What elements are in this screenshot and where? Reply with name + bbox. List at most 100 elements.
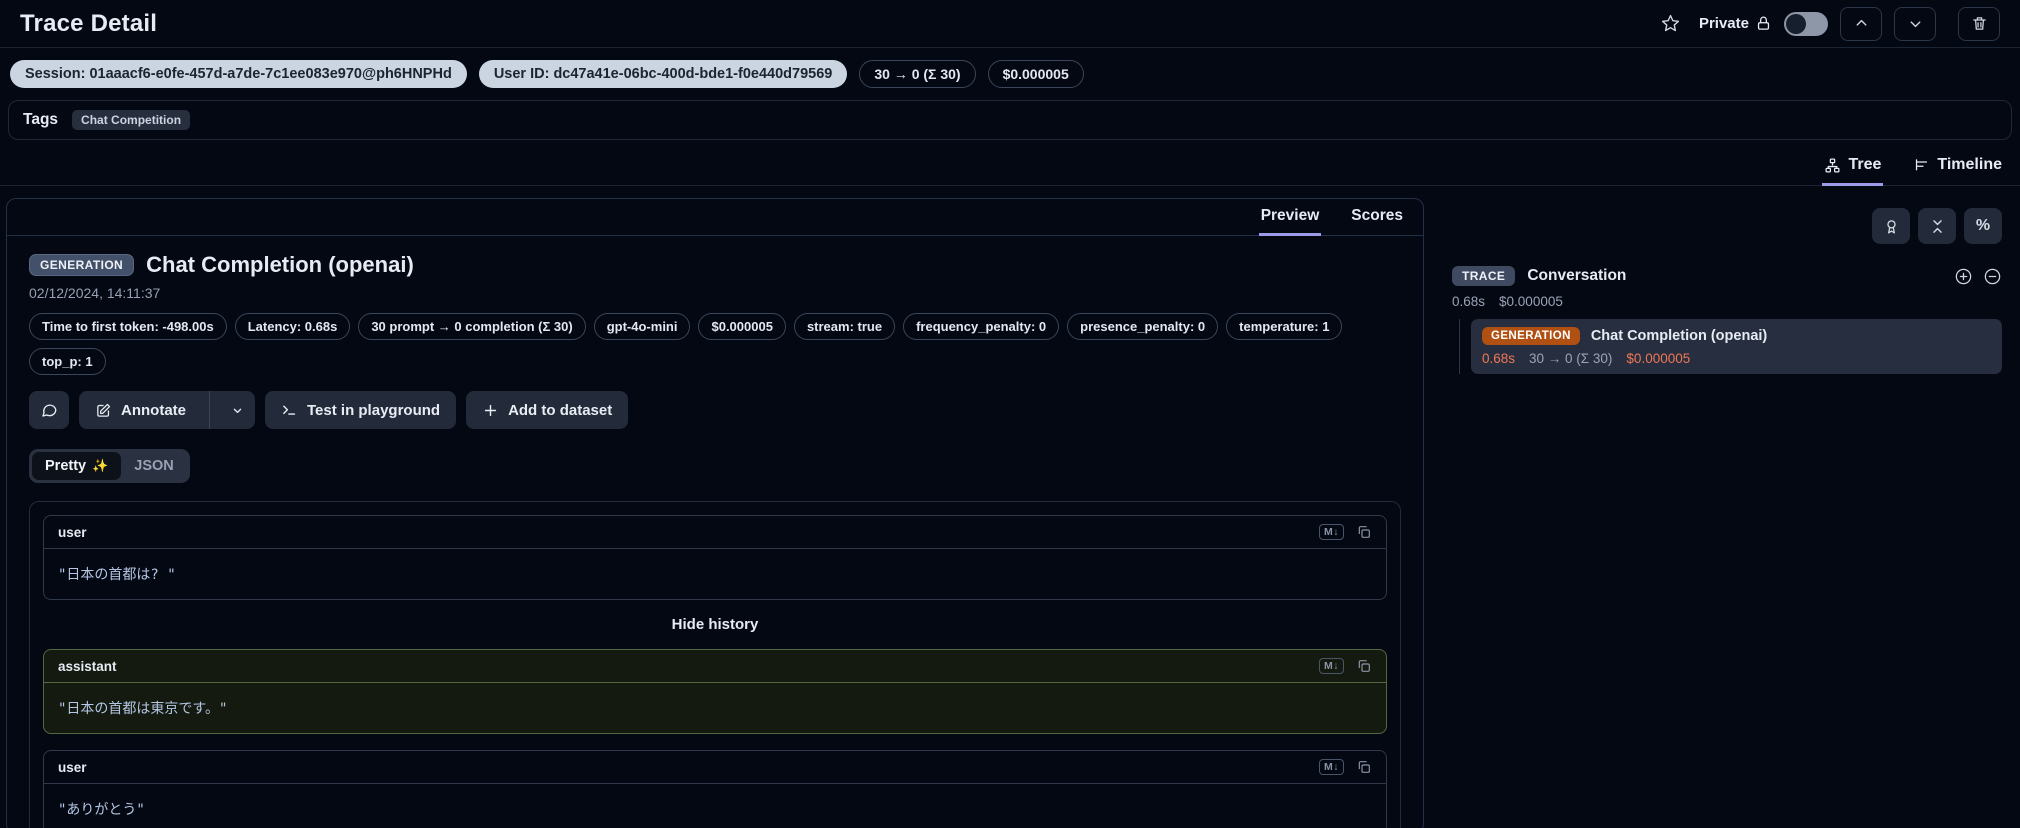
markdown-toggle-icon[interactable]: M↓ (1319, 759, 1344, 775)
tags-label: Tags (23, 111, 59, 128)
collapse-icon (1929, 218, 1946, 235)
metric-badge: temperature: 1 (1226, 313, 1343, 340)
view-tabs: Tree Timeline (0, 148, 2020, 186)
cost-badge: $0.000005 (987, 60, 1084, 88)
trace-node[interactable]: TRACE Conversation (1452, 266, 2002, 286)
tab-scores[interactable]: Scores (1349, 199, 1405, 236)
metrics-visibility-button[interactable]: % (1964, 208, 2002, 244)
tab-preview[interactable]: Preview (1258, 199, 1322, 236)
metric-badge: 30 prompt → 0 completion (Σ 30) (358, 313, 586, 340)
message-header: user M↓ (44, 751, 1386, 784)
hide-history-toggle[interactable]: Hide history (43, 616, 1387, 633)
generation-node-title: Chat Completion (openai) (1590, 328, 1768, 344)
comment-icon (40, 401, 58, 419)
page-title: Trace Detail (20, 9, 158, 37)
copy-icon[interactable] (1356, 524, 1372, 540)
trace-title: Conversation (1527, 267, 1627, 284)
metric-badge: Latency: 0.68s (234, 313, 351, 340)
message-role: user (58, 759, 87, 775)
toggle-knob (1786, 13, 1806, 34)
tab-tree[interactable]: Tree (1822, 148, 1884, 186)
award-icon (1883, 218, 1900, 235)
generation-cost: $0.000005 (1626, 351, 1691, 366)
pretty-view-segment[interactable]: Pretty ✨ (32, 452, 122, 480)
timeline-icon (1913, 157, 1930, 174)
tab-tree-label: Tree (1848, 156, 1882, 173)
scores-visibility-button[interactable] (1872, 208, 1910, 244)
metric-badge: top_p: 1 (29, 348, 106, 375)
message-tools: M↓ (1319, 759, 1372, 775)
message-tools: M↓ (1319, 524, 1372, 540)
annotate-split-button: Annotate (79, 391, 255, 429)
comment-button[interactable] (29, 391, 69, 429)
meta-badges-row: Session: 01aaacf6-e0fe-457d-a7de-7c1ee08… (0, 48, 2020, 100)
tab-timeline[interactable]: Timeline (1911, 148, 2004, 186)
token-usage-badge: 30 → 0 (Σ 30) (859, 60, 976, 88)
metric-badge: stream: true (793, 313, 896, 340)
chevron-down-icon (230, 403, 245, 418)
top-header: Trace Detail Private (0, 0, 2020, 48)
generation-header: GENERATION Chat Completion (openai) (29, 252, 1401, 278)
previous-trace-button[interactable] (1840, 6, 1882, 41)
delete-trace-button[interactable] (1958, 6, 2000, 41)
visibility-status: Private (1699, 15, 1772, 32)
generation-node-metrics: 0.68s 30 → 0 (Σ 30) $0.000005 (1482, 351, 1991, 366)
generation-node-selected[interactable]: GENERATION Chat Completion (openai) 0.68… (1471, 319, 2002, 374)
generation-type-badge: GENERATION (1482, 327, 1580, 345)
plus-circle-icon[interactable] (1954, 267, 1973, 286)
message-block-user-1: user M↓ "日本の首都は? " (43, 515, 1387, 600)
message-tools: M↓ (1319, 658, 1372, 674)
tree-branch: GENERATION Chat Completion (openai) 0.68… (1459, 319, 2002, 374)
annotate-button[interactable]: Annotate (79, 391, 200, 429)
chevron-down-icon (1907, 15, 1924, 32)
minus-circle-icon[interactable] (1983, 267, 2002, 286)
tree-toolbar: % (1452, 208, 2002, 244)
annotate-label: Annotate (121, 401, 186, 419)
generation-node-header: GENERATION Chat Completion (openai) (1482, 327, 1991, 345)
metric-badge: presence_penalty: 0 (1067, 313, 1219, 340)
tag-chip[interactable]: Chat Competition (72, 110, 191, 130)
trace-tree-sidebar: % TRACE Conversation 0.68s $0.000005 GEN… (1424, 198, 2012, 828)
annotate-dropdown-button[interactable] (219, 391, 255, 429)
metric-badge: Time to first token: -498.00s (29, 313, 227, 340)
tags-container: Tags Chat Competition (8, 100, 2012, 140)
message-role: user (58, 524, 87, 540)
star-icon (1660, 13, 1681, 34)
trace-cost: $0.000005 (1499, 294, 1563, 309)
collapse-all-button[interactable] (1918, 208, 1956, 244)
test-in-playground-button[interactable]: Test in playground (265, 391, 457, 429)
bookmark-star-button[interactable] (1660, 13, 1681, 34)
private-label: Private (1698, 15, 1749, 32)
message-role: assistant (58, 658, 117, 674)
panel-tabs: Preview Scores (7, 199, 1423, 236)
next-trace-button[interactable] (1894, 6, 1936, 41)
trace-node-left: TRACE Conversation (1452, 266, 1626, 286)
header-controls: Private (1660, 6, 2000, 41)
add-to-dataset-button[interactable]: Add to dataset (466, 391, 629, 429)
metric-badges: Time to first token: -498.00s Latency: 0.… (29, 313, 1403, 375)
trash-icon (1971, 15, 1988, 32)
percent-icon: % (1975, 217, 1991, 234)
lock-icon (1755, 15, 1772, 32)
message-header: user M↓ (44, 516, 1386, 549)
generation-tokens: 30 → 0 (Σ 30) (1529, 351, 1613, 366)
observation-panel: Preview Scores GENERATION Chat Completio… (6, 198, 1424, 828)
user-id-badge[interactable]: User ID: dc47a41e-06bc-400d-bde1-f0e440d… (478, 60, 848, 88)
copy-icon[interactable] (1356, 759, 1372, 775)
copy-icon[interactable] (1356, 658, 1372, 674)
trace-latency: 0.68s (1452, 294, 1486, 309)
json-view-segment[interactable]: JSON (121, 452, 187, 480)
public-toggle[interactable] (1784, 11, 1828, 36)
message-content: "日本の首都は東京です。" (58, 701, 228, 717)
terminal-icon (281, 402, 298, 419)
button-divider (209, 391, 210, 429)
content-area: Preview Scores GENERATION Chat Completio… (0, 186, 2020, 828)
markdown-toggle-icon[interactable]: M↓ (1319, 524, 1344, 540)
panel-body: GENERATION Chat Completion (openai) 02/1… (7, 236, 1423, 828)
markdown-toggle-icon[interactable]: M↓ (1319, 658, 1344, 674)
tree-icon (1824, 157, 1841, 174)
session-badge[interactable]: Session: 01aaacf6-e0fe-457d-a7de-7c1ee08… (10, 60, 467, 88)
io-preview-container: user M↓ "日本の首都は? " Hide history assistan… (29, 501, 1401, 828)
tab-timeline-label: Timeline (1937, 156, 2002, 173)
sparkles-icon: ✨ (92, 458, 109, 473)
